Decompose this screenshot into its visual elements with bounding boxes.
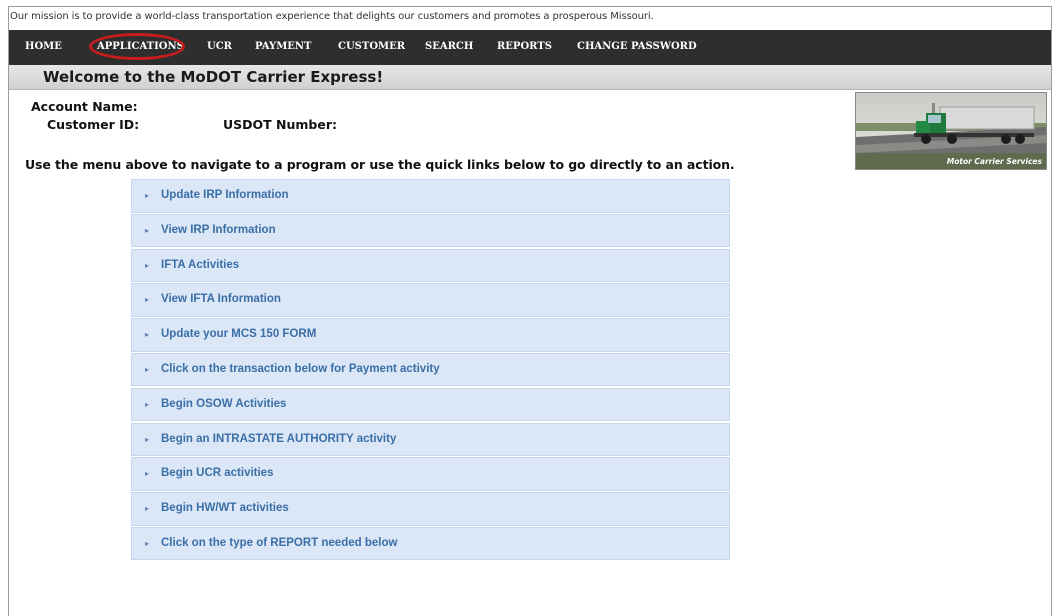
nav-ucr[interactable]: UCR [207,41,232,52]
motor-carrier-services-image: Motor Carrier Services [855,92,1047,170]
quick-link-payment-activity[interactable]: ▸ Click on the transaction below for Paym… [131,352,730,387]
account-name-label: Account Name: [31,99,138,114]
arrow-right-icon: ▸ [145,434,150,444]
usdot-number-label: USDOT Number: [223,117,338,132]
quick-link-intrastate-authority[interactable]: ▸ Begin an INTRASTATE AUTHORITY activity [131,422,730,457]
nav-applications[interactable]: APPLICATIONS [97,41,184,52]
arrow-right-icon: ▸ [145,399,150,409]
quick-link-hwwt-activities[interactable]: ▸ Begin HW/WT activities [131,492,730,526]
arrow-right-icon: ▸ [145,191,150,200]
quick-link-label[interactable]: Begin HW/WT activities [161,502,289,514]
arrow-right-icon: ▸ [145,295,150,305]
quick-link-label[interactable]: Update IRP Information [161,189,289,201]
nav-payment[interactable]: PAYMENT [255,41,311,52]
arrow-right-icon: ▸ [145,225,150,235]
nav-reports[interactable]: REPORTS [497,41,552,52]
nav-customer[interactable]: CUSTOMER [338,41,405,52]
quick-link-label[interactable]: IFTA Activities [161,259,239,271]
quick-link-label[interactable]: Click on the transaction below for Payme… [161,363,440,375]
arrow-right-icon: ▸ [145,538,150,548]
quick-link-osow-activities[interactable]: ▸ Begin OSOW Activities [131,387,730,422]
quick-link-label[interactable]: View IRP Information [161,224,276,236]
quick-link-label[interactable]: View IFTA Information [161,293,281,305]
arrow-right-icon: ▸ [145,469,150,479]
quick-link-label[interactable]: Begin an INTRASTATE AUTHORITY activity [161,433,396,445]
quick-link-ifta-activities[interactable]: ▸ IFTA Activities [131,248,730,283]
page-title: Welcome to the MoDOT Carrier Express! [43,68,384,86]
quick-link-report-type[interactable]: ▸ Click on the type of REPORT needed belo… [131,526,730,561]
nav-home[interactable]: HOME [25,41,62,52]
quick-link-label[interactable]: Update your MCS 150 FORM [161,328,316,340]
quick-link-label[interactable]: Begin UCR activities [161,467,273,479]
arrow-right-icon: ▸ [145,330,150,340]
mission-statement: Our mission is to provide a world-class … [10,11,654,22]
quick-link-label[interactable]: Begin OSOW Activities [161,398,286,410]
page-frame: Our mission is to provide a world-class … [8,6,1052,616]
quick-link-label[interactable]: Click on the type of REPORT needed below [161,537,397,549]
nav-change-password[interactable]: CHANGE PASSWORD [577,41,697,52]
arrow-right-icon: ▸ [145,504,150,514]
quick-link-ucr-activities[interactable]: ▸ Begin UCR activities [131,457,730,491]
arrow-right-icon: ▸ [145,364,150,374]
arrow-right-icon: ▸ [145,260,150,270]
main-nav: HOME APPLICATIONS UCR PAYMENT CUSTOMER S… [9,30,1051,65]
quick-link-view-ifta[interactable]: ▸ View IFTA Information [131,283,730,317]
quick-link-update-mcs150[interactable]: ▸ Update your MCS 150 FORM [131,318,730,352]
photo-caption: Motor Carrier Services [946,157,1042,166]
quick-link-view-irp[interactable]: ▸ View IRP Information [131,213,730,248]
customer-id-label: Customer ID: [47,117,140,132]
welcome-bar: Welcome to the MoDOT Carrier Express! [9,65,1051,90]
intro-text: Use the menu above to navigate to a prog… [25,157,735,172]
quick-link-update-irp[interactable]: ▸ Update IRP Information [131,179,730,213]
nav-search[interactable]: SEARCH [425,41,473,52]
quick-links-list: ▸ Update IRP Information ▸ View IRP Inform… [131,179,730,562]
